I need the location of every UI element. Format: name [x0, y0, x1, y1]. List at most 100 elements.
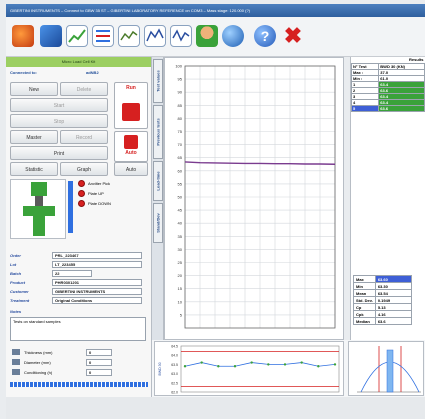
master-button[interactable]: Master	[10, 130, 58, 144]
connect-icon[interactable]	[40, 25, 62, 47]
notes-field[interactable]: Tests on standard samples	[10, 317, 146, 341]
row-value: 63.6	[378, 104, 425, 112]
y-tick-label: 80	[178, 116, 183, 121]
plate-down-led	[78, 200, 85, 207]
exit-icon[interactable]: ✖	[282, 25, 304, 47]
connected-label: Connected to:	[10, 70, 37, 75]
anvil-led	[78, 180, 85, 187]
statistic-button-label: Statistic	[25, 167, 43, 173]
tab-previous-tests-label: Previous tests	[155, 118, 161, 146]
order-field[interactable]: PRL_223467	[52, 252, 142, 259]
stat-label: Median	[353, 317, 376, 325]
statistics-icon[interactable]	[144, 25, 166, 47]
y-tick-label: 15	[178, 286, 183, 291]
histogram-bar	[386, 349, 394, 393]
anvil-label: Anvilter Pick	[88, 181, 111, 186]
data-point	[233, 365, 237, 368]
y-tick-label: 63.0	[171, 372, 178, 376]
tab-load-time-label: Load-time	[155, 171, 161, 191]
y-axis-label: BWD 30	[158, 362, 162, 375]
main-chart-svg: 100 95 90 85 80 75 70 65 60 55 50 45 40 35 30 25 20 15 10 5	[175, 64, 336, 329]
chart-icon[interactable]	[66, 25, 88, 47]
data-point	[300, 361, 303, 364]
tab-previous-tests[interactable]: Previous tests	[153, 105, 163, 159]
auto-indicator	[124, 135, 138, 149]
status-bar	[6, 397, 425, 419]
diameter-icon	[12, 359, 20, 365]
delete-button-label: Delete	[76, 87, 92, 93]
delete-button[interactable]: Delete	[60, 82, 108, 96]
notes-label: Notes	[10, 309, 22, 314]
stop-button[interactable]: Stop	[10, 114, 108, 128]
data-point	[183, 365, 187, 368]
stat-value: 5.13	[374, 303, 412, 311]
customer-field[interactable]: GIBERTINI INSTRUMENTS	[52, 288, 142, 295]
diameter-label: Diameter (mm)	[24, 360, 51, 365]
table-row-selected[interactable]: 5 63.6	[350, 104, 425, 112]
y-tick-label: 75	[178, 129, 183, 134]
lot-field[interactable]: LT_223455	[52, 261, 142, 268]
stat-label: Mean	[353, 289, 376, 297]
globe-icon[interactable]	[222, 25, 244, 47]
plate-down-label: Plate DOWN	[88, 201, 111, 206]
instrument-icon[interactable]	[12, 25, 34, 47]
graph-button[interactable]: Graph	[60, 162, 108, 176]
window-title: GIBERTINI INSTRUMENTS – Connect to GBW 3…	[6, 4, 425, 17]
new-button-label: New	[28, 87, 39, 93]
tab-stand-dev[interactable]: Stand/Dev	[153, 203, 163, 243]
statistic-button[interactable]: Statistic	[10, 162, 58, 176]
start-button-label: Start	[53, 103, 65, 109]
y-tick-label: 100	[175, 64, 182, 69]
print-button-label: Print	[53, 151, 65, 157]
y-tick-label: 40	[178, 221, 183, 226]
tab-load-time[interactable]: Load-time	[153, 161, 163, 201]
print-button[interactable]: Print	[10, 146, 108, 160]
results-panel: Results N° Test BWD 30 (KN) Max :37.0 Min…	[350, 57, 425, 340]
y-tick-label: 5	[180, 312, 183, 317]
data-point	[283, 363, 287, 366]
conditioning-field[interactable]: 0	[86, 369, 112, 376]
tab-stand-dev-label: Stand/Dev	[155, 213, 161, 233]
auto-button[interactable]: Auto	[114, 162, 148, 176]
y-tick-label: 64.0	[171, 354, 178, 358]
run-panel[interactable]: Run	[114, 82, 148, 129]
product-field[interactable]: PHR0301201	[52, 279, 142, 286]
stat-label: Cpk	[353, 310, 376, 318]
record-button[interactable]: Record	[60, 130, 108, 144]
data-point	[333, 363, 337, 366]
new-button[interactable]: New	[10, 82, 58, 96]
y-tick-label: 25	[178, 260, 183, 265]
batch-field[interactable]: 22	[52, 270, 92, 277]
y-tick-label: 35	[178, 234, 183, 239]
stat-value: 63.54	[374, 289, 412, 297]
y-tick-label: 20	[178, 273, 183, 278]
main-chart: 100 95 90 85 80 75 70 65 60 55 50 45 40 35 30 25 20 15 10 5	[164, 57, 344, 340]
data-point	[200, 361, 203, 364]
y-tick-label: 70	[178, 142, 183, 147]
auto-panel[interactable]: Auto	[114, 131, 148, 162]
list-icon[interactable]	[92, 25, 114, 47]
panel-header: Micro Load Cell Kit	[6, 57, 151, 67]
spc-icon[interactable]	[170, 25, 192, 47]
y-tick-label: 65	[178, 155, 183, 160]
trend-icon[interactable]	[118, 25, 140, 47]
y-tick-label: 85	[178, 103, 183, 108]
master-button-label: Master	[26, 135, 42, 141]
order-label: Order	[10, 253, 21, 258]
plate-up-led	[78, 190, 85, 197]
diameter-field[interactable]: 0	[86, 359, 112, 366]
bottom-panel: 64.5 64.0 63.5 63.0 62.5 62.0 BWD 30	[152, 340, 425, 397]
start-button[interactable]: Start	[10, 98, 108, 112]
stat-value: 4.16	[374, 310, 412, 318]
user-icon[interactable]	[196, 25, 218, 47]
run-label: Run	[126, 85, 136, 91]
help-icon[interactable]: ?	[254, 25, 276, 47]
y-tick-label: 95	[178, 77, 183, 82]
data-point	[317, 365, 320, 368]
tab-test-values[interactable]: Test values	[153, 59, 163, 103]
y-tick-label: 62.5	[171, 381, 178, 385]
y-tick-label: 63.5	[171, 363, 178, 367]
y-tick-label: 45	[178, 208, 183, 213]
thickness-field[interactable]: 0	[86, 349, 112, 356]
treatment-field[interactable]: Original Conditions	[52, 297, 142, 304]
